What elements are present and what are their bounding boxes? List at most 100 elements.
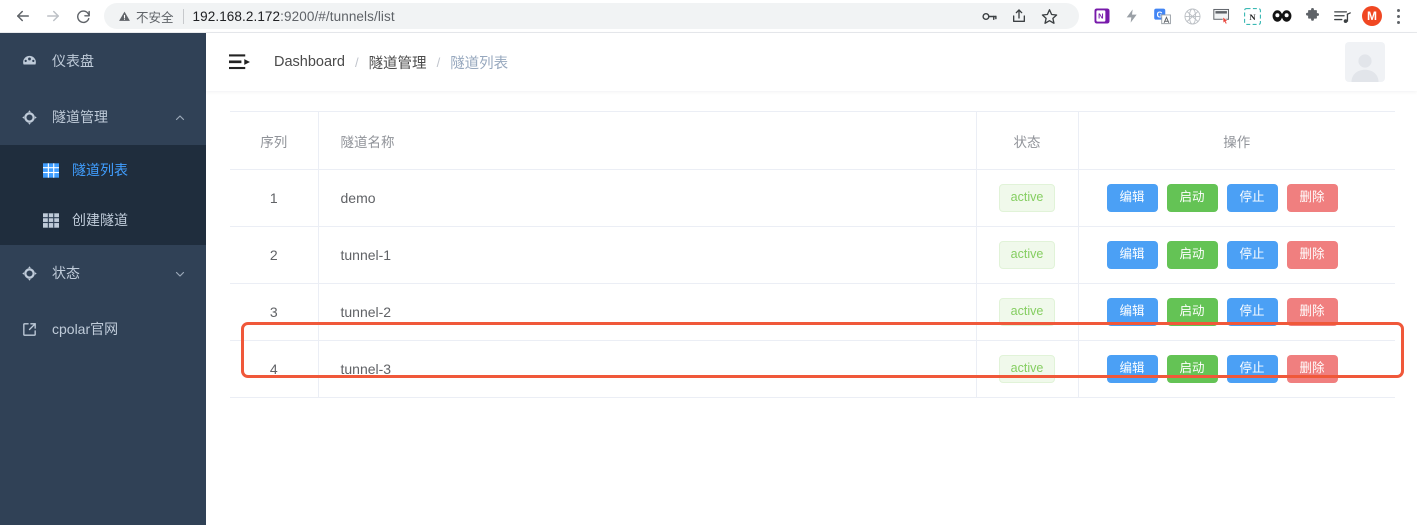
tunnel-table: 序列 隧道名称 状态 操作 1 demo active 编辑 启动 停止 删除 … bbox=[230, 111, 1395, 398]
stop-button[interactable]: 停止 bbox=[1226, 241, 1278, 269]
sidebar-item-label: 隧道管理 bbox=[52, 109, 108, 125]
dot bbox=[1396, 8, 1400, 12]
browser-toolbar: 不安全 192.168.2.172:9200/#/tunnels/list N … bbox=[0, 0, 1417, 33]
edit-button[interactable]: 编辑 bbox=[1106, 184, 1158, 212]
share-button[interactable] bbox=[1005, 2, 1033, 30]
breadcrumb-separator: / bbox=[354, 54, 359, 70]
sidebar-item-label: 创建隧道 bbox=[72, 212, 128, 228]
profile-button[interactable]: M bbox=[1357, 1, 1387, 31]
cell-sequence: 3 bbox=[230, 283, 318, 341]
delete-button[interactable]: 删除 bbox=[1286, 241, 1338, 269]
extensions-bar: N G N M bbox=[1087, 1, 1409, 31]
sidebar-item-cpolar-website[interactable]: cpolar官网 bbox=[0, 301, 206, 357]
reload-button[interactable] bbox=[68, 1, 98, 31]
status-badge: active bbox=[998, 298, 1056, 326]
breadcrumb: Dashboard / 隧道管理 / 隧道列表 bbox=[274, 52, 508, 73]
puzzle-piece-icon bbox=[1305, 7, 1319, 21]
breadcrumb-item-tunnel-management[interactable]: 隧道管理 bbox=[369, 52, 427, 73]
delete-button[interactable]: 删除 bbox=[1286, 355, 1338, 383]
cell-tunnel-name: tunnel-2 bbox=[317, 283, 976, 341]
url-text: 192.168.2.172:9200/#/tunnels/list bbox=[192, 8, 395, 24]
cell-tunnel-name: tunnel-3 bbox=[317, 340, 976, 398]
action-buttons: 编辑 启动 停止 删除 bbox=[1079, 355, 1396, 383]
breadcrumb-separator: / bbox=[436, 54, 441, 70]
table-row[interactable]: 4 tunnel-3 active 编辑 启动 停止 删除 bbox=[230, 340, 1396, 398]
screenshot-extension-icon[interactable] bbox=[1207, 1, 1237, 31]
grid-icon bbox=[42, 212, 59, 229]
web-globe-extension-icon[interactable] bbox=[1177, 1, 1207, 31]
sidebar-item-label: 隧道列表 bbox=[72, 162, 128, 178]
sidebar-item-status[interactable]: 状态 bbox=[0, 245, 206, 301]
translate-extension-icon[interactable]: G bbox=[1147, 1, 1177, 31]
security-indicator[interactable]: 不安全 bbox=[118, 7, 174, 26]
address-bar[interactable]: 不安全 192.168.2.172:9200/#/tunnels/list bbox=[104, 3, 1079, 29]
lightning-extension-icon[interactable] bbox=[1117, 1, 1147, 31]
cell-operations: 编辑 启动 停止 删除 bbox=[1077, 340, 1396, 398]
sidebar-item-dashboard[interactable]: 仪表盘 bbox=[0, 33, 206, 89]
share-icon bbox=[1013, 9, 1025, 22]
back-button[interactable] bbox=[8, 1, 38, 31]
table-row[interactable]: 1 demo active 编辑 启动 停止 删除 bbox=[230, 169, 1395, 227]
sidebar-submenu-tunnel: 隧道列表 创建隧道 bbox=[0, 145, 206, 245]
cell-sequence: 2 bbox=[230, 226, 318, 284]
stop-button[interactable]: 停止 bbox=[1226, 355, 1278, 383]
profile-avatar: M bbox=[1362, 6, 1382, 26]
cell-sequence: 1 bbox=[230, 169, 318, 227]
globe-icon bbox=[1184, 8, 1200, 24]
breadcrumb-item-dashboard[interactable]: Dashboard bbox=[274, 54, 345, 70]
cell-sequence: 4 bbox=[230, 340, 318, 398]
dark-reader-extension-icon[interactable] bbox=[1267, 1, 1297, 31]
table-header-row: 序列 隧道名称 状态 操作 bbox=[230, 111, 1395, 170]
extensions-puzzle-button[interactable] bbox=[1297, 1, 1327, 31]
forward-button[interactable] bbox=[38, 1, 68, 31]
cell-tunnel-name: tunnel-1 bbox=[317, 226, 976, 284]
top-navbar: Dashboard / 隧道管理 / 隧道列表 bbox=[206, 33, 1417, 91]
status-badge: active bbox=[998, 184, 1056, 212]
start-button[interactable]: 启动 bbox=[1166, 241, 1218, 269]
tunnel-table-wrapper: 序列 隧道名称 状态 操作 1 demo active 编辑 启动 停止 删除 … bbox=[230, 111, 1404, 398]
chevron-down-icon bbox=[174, 267, 186, 279]
hamburger-icon[interactable] bbox=[228, 51, 250, 73]
edit-button[interactable]: 编辑 bbox=[1106, 241, 1158, 269]
table-body: 1 demo active 编辑 启动 停止 删除 2 tunnel-1 act… bbox=[230, 169, 1396, 398]
sidebar-item-create-tunnel[interactable]: 创建隧道 bbox=[0, 195, 206, 245]
start-button[interactable]: 启动 bbox=[1166, 298, 1218, 326]
avatar[interactable] bbox=[1345, 42, 1385, 82]
stop-button[interactable]: 停止 bbox=[1226, 184, 1278, 212]
notion-clipper-icon: N bbox=[1243, 7, 1261, 25]
onenote-icon: N bbox=[1094, 8, 1110, 24]
warning-triangle-icon bbox=[119, 11, 130, 21]
table-header: 序列 隧道名称 状态 操作 bbox=[230, 111, 1395, 170]
omnibox-actions bbox=[975, 2, 1065, 30]
notion-extension-icon[interactable]: N bbox=[1237, 1, 1267, 31]
table-row[interactable]: 3 tunnel-2 active 编辑 启动 停止 删除 bbox=[230, 283, 1395, 341]
status-badge: active bbox=[998, 241, 1056, 269]
bookmark-button[interactable] bbox=[1035, 2, 1063, 30]
status-badge: active bbox=[998, 355, 1056, 383]
user-avatar-icon bbox=[1351, 54, 1379, 82]
main-area: Dashboard / 隧道管理 / 隧道列表 序列 隧道名称 状态 操作 1 … bbox=[206, 33, 1417, 525]
key-icon bbox=[981, 12, 997, 20]
onenote-extension-icon[interactable]: N bbox=[1087, 1, 1117, 31]
start-button[interactable]: 启动 bbox=[1166, 184, 1218, 212]
star-icon bbox=[1041, 8, 1057, 24]
delete-button[interactable]: 删除 bbox=[1286, 184, 1338, 212]
password-key-button[interactable] bbox=[975, 2, 1003, 30]
omnibox-divider bbox=[182, 8, 184, 24]
security-label: 不安全 bbox=[136, 10, 174, 25]
sidebar-item-label: 状态 bbox=[52, 265, 80, 281]
delete-button[interactable]: 删除 bbox=[1286, 298, 1338, 326]
sidebar-item-tunnel-management[interactable]: 隧道管理 bbox=[0, 89, 206, 145]
stop-button[interactable]: 停止 bbox=[1226, 298, 1278, 326]
start-button[interactable]: 启动 bbox=[1166, 355, 1218, 383]
column-header-operations: 操作 bbox=[1077, 111, 1395, 170]
edit-button[interactable]: 编辑 bbox=[1106, 298, 1158, 326]
reading-list-button[interactable] bbox=[1327, 1, 1357, 31]
table-row[interactable]: 2 tunnel-1 active 编辑 启动 停止 删除 bbox=[230, 226, 1395, 284]
screen-capture-icon bbox=[1213, 8, 1230, 25]
sidebar-item-tunnel-list[interactable]: 隧道列表 bbox=[0, 145, 206, 195]
reload-icon bbox=[76, 9, 90, 23]
chrome-menu-button[interactable] bbox=[1387, 3, 1409, 29]
edit-button[interactable]: 编辑 bbox=[1106, 355, 1158, 383]
svg-text:N: N bbox=[1098, 12, 1103, 21]
